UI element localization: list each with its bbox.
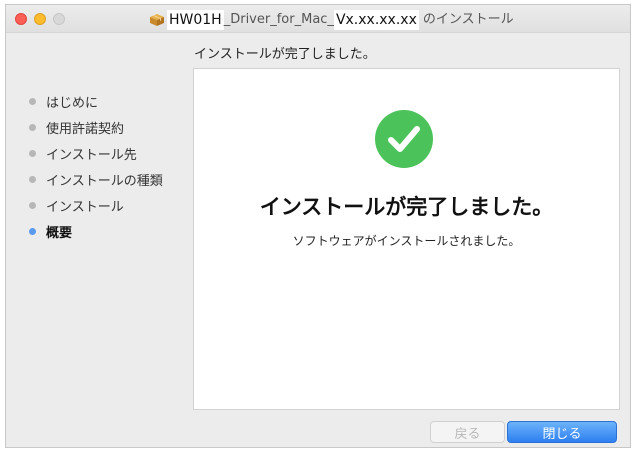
sidebar-item-destination: インストール先 — [28, 140, 188, 166]
back-button[interactable]: 戻る — [430, 421, 505, 443]
sidebar-item-install-type: インストールの種類 — [28, 166, 188, 192]
title-suffix: のインストール — [422, 12, 514, 27]
sidebar-steps: はじめに 使用許諾契約 インストール先 インストールの種類 インストール 概要 — [28, 88, 188, 244]
checkmark-circle-icon — [374, 109, 434, 169]
page-heading: インストールが完了しました。 — [194, 47, 376, 62]
active-step-bullet — [29, 227, 36, 235]
sidebar-item-label: インストールの種類 — [46, 173, 163, 189]
step-bullet — [29, 175, 36, 183]
sidebar-item-summary: 概要 — [28, 218, 188, 244]
completion-message: ソフトウェアがインストールされました。 — [292, 234, 521, 248]
step-bullet — [29, 123, 36, 131]
minimize-window-button[interactable] — [34, 13, 46, 25]
sidebar-item-label: インストール先 — [46, 147, 137, 163]
title-driver-text: _Driver_for_Mac_ — [223, 12, 334, 27]
content-panel: インストールが完了しました。 ソフトウェアがインストールされました。 — [193, 68, 620, 410]
sidebar-item-label: はじめに — [46, 95, 99, 111]
sidebar-item-label: 使用許諾契約 — [46, 121, 125, 137]
step-bullet — [29, 97, 36, 105]
title-bar: HW01H _Driver_for_Mac_ Vx.xx.xx.xx のインスト… — [6, 5, 630, 33]
completion-title: インストールが完了しました。 — [259, 195, 554, 219]
sidebar-item-label: 概要 — [46, 225, 73, 241]
title-version: Vx.xx.xx.xx — [333, 10, 419, 30]
step-bullet — [29, 201, 36, 209]
sidebar-item-installation: インストール — [28, 192, 188, 218]
package-icon — [149, 13, 165, 27]
installer-window: HW01H _Driver_for_Mac_ Vx.xx.xx.xx のインスト… — [5, 4, 631, 448]
sidebar-item-license: 使用許諾契約 — [28, 114, 188, 140]
sidebar-item-introduction: はじめに — [28, 88, 188, 114]
step-bullet — [29, 149, 36, 157]
close-window-button[interactable] — [15, 13, 27, 25]
sidebar-item-label: インストール — [46, 199, 124, 215]
zoom-window-button[interactable] — [53, 13, 65, 25]
window-title: HW01H _Driver_for_Mac_ Vx.xx.xx.xx のインスト… — [149, 10, 514, 30]
close-button[interactable]: 閉じる — [507, 421, 617, 443]
title-product-name: HW01H — [167, 10, 224, 30]
